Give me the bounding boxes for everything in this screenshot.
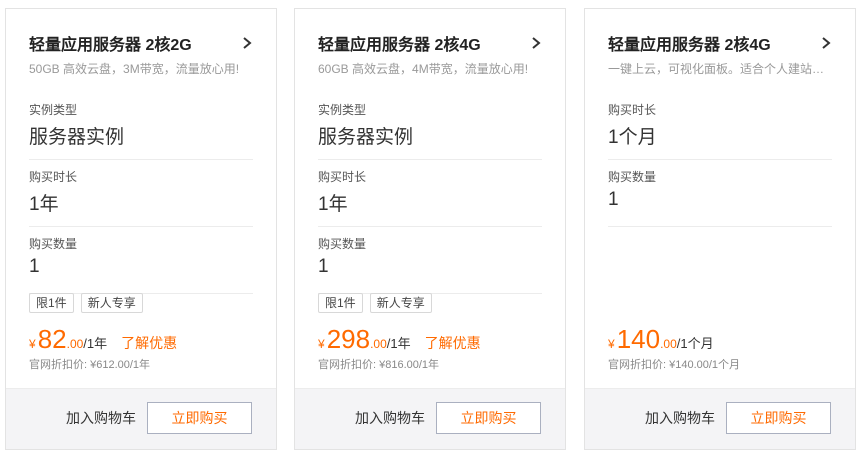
price-integer: 82 bbox=[37, 324, 67, 354]
spec-label: 购买时长 bbox=[29, 170, 78, 184]
tag-list: 限1件 新人专享 bbox=[29, 293, 143, 313]
card-title-row[interactable]: 轻量应用服务器 2核2G bbox=[29, 31, 253, 55]
tag-limit: 限1件 bbox=[29, 293, 74, 313]
add-to-cart-button[interactable]: 加入购物车 bbox=[66, 409, 136, 427]
chevron-right-icon[interactable] bbox=[530, 36, 542, 50]
spec-label: 购买时长 bbox=[318, 170, 367, 184]
spec-value[interactable]: 服务器实例 bbox=[29, 122, 124, 149]
buy-now-button[interactable]: 立即购买 bbox=[726, 402, 831, 434]
add-to-cart-button[interactable]: 加入购物车 bbox=[355, 409, 425, 427]
spec-label: 购买数量 bbox=[608, 170, 657, 184]
spec-value[interactable]: 1年 bbox=[29, 189, 59, 216]
spec-instance-type: 实例类型 服务器实例 bbox=[318, 93, 542, 160]
spec-value[interactable]: 1年 bbox=[318, 189, 348, 216]
spec-value[interactable]: 1 bbox=[318, 256, 329, 278]
spec-label: 购买数量 bbox=[29, 237, 78, 251]
chevron-right-icon[interactable] bbox=[241, 36, 253, 50]
price-decimal: .00 bbox=[660, 337, 677, 351]
card-body: 轻量应用服务器 2核4G 一键上云，可视化面板。适合个人建站等... 购买时长 … bbox=[585, 9, 855, 390]
spec-value[interactable]: 1 bbox=[608, 189, 619, 211]
add-to-cart-button[interactable]: 加入购物车 bbox=[645, 409, 715, 427]
spec-value[interactable]: 服务器实例 bbox=[318, 122, 413, 149]
price-unit: /1个月 bbox=[676, 336, 714, 351]
price-unit: /1年 bbox=[386, 336, 411, 351]
card-title-row[interactable]: 轻量应用服务器 2核4G bbox=[318, 31, 542, 55]
card-title[interactable]: 轻量应用服务器 2核4G bbox=[318, 31, 481, 55]
reference-price: 官网折扣价: ¥612.00/1年 bbox=[29, 359, 151, 371]
spec-value[interactable]: 1个月 bbox=[608, 122, 657, 149]
price-row: ¥ 298 .00 /1年 了解优惠 bbox=[318, 325, 481, 353]
tag-list: 限1件 新人专享 bbox=[318, 293, 432, 313]
tag-new-user: 新人专享 bbox=[80, 293, 143, 313]
card-footer: 加入购物车 立即购买 bbox=[6, 388, 276, 449]
card-footer: 加入购物车 立即购买 bbox=[585, 388, 855, 449]
spec-duration: 购买时长 1个月 bbox=[608, 93, 832, 160]
spec-value[interactable]: 1 bbox=[29, 256, 40, 278]
price-decimal: .00 bbox=[66, 337, 84, 351]
spec-label: 实例类型 bbox=[29, 103, 78, 117]
price-integer: 298 bbox=[326, 324, 371, 354]
card-title[interactable]: 轻量应用服务器 2核2G bbox=[29, 31, 192, 55]
card-footer: 加入购物车 立即购买 bbox=[295, 388, 565, 449]
price-row: ¥ 82 .00 /1年 了解优惠 bbox=[29, 325, 177, 353]
price-currency: ¥ bbox=[318, 337, 325, 351]
reference-price: 官网折扣价: ¥816.00/1年 bbox=[318, 359, 440, 371]
spec-instance-type: 实例类型 服务器实例 bbox=[29, 93, 253, 160]
promo-link[interactable]: 了解优惠 bbox=[121, 333, 177, 353]
tag-new-user: 新人专享 bbox=[369, 293, 432, 313]
card-title[interactable]: 轻量应用服务器 2核4G bbox=[608, 31, 771, 55]
chevron-right-icon[interactable] bbox=[820, 36, 832, 50]
price-row: ¥ 140 .00 /1个月 bbox=[608, 325, 714, 353]
price-integer: 140 bbox=[616, 324, 661, 354]
price-currency: ¥ bbox=[29, 337, 36, 351]
card-body: 轻量应用服务器 2核4G 60GB 高效云盘，4M带宽，流量放心用! 实例类型 … bbox=[295, 9, 565, 390]
price-currency: ¥ bbox=[608, 337, 615, 351]
spec-quantity: 购买数量 1 bbox=[318, 227, 542, 294]
product-card-2c2g: 轻量应用服务器 2核2G 50GB 高效云盘，3M带宽，流量放心用! 实例类型 … bbox=[5, 8, 277, 450]
buy-now-button[interactable]: 立即购买 bbox=[436, 402, 541, 434]
product-card-2c4g-monthly: 轻量应用服务器 2核4G 一键上云，可视化面板。适合个人建站等... 购买时长 … bbox=[584, 8, 856, 450]
card-body: 轻量应用服务器 2核2G 50GB 高效云盘，3M带宽，流量放心用! 实例类型 … bbox=[6, 9, 276, 390]
card-description: 一键上云，可视化面板。适合个人建站等... bbox=[608, 62, 832, 76]
spec-label: 购买时长 bbox=[608, 103, 657, 117]
tag-limit: 限1件 bbox=[318, 293, 363, 313]
product-card-2c4g: 轻量应用服务器 2核4G 60GB 高效云盘，4M带宽，流量放心用! 实例类型 … bbox=[294, 8, 566, 450]
spec-quantity: 购买数量 1 bbox=[29, 227, 253, 294]
price-unit: /1年 bbox=[83, 336, 108, 351]
card-description: 60GB 高效云盘，4M带宽，流量放心用! bbox=[318, 62, 529, 76]
buy-now-button[interactable]: 立即购买 bbox=[147, 402, 252, 434]
reference-price: 官网折扣价: ¥140.00/1个月 bbox=[608, 359, 741, 371]
spec-label: 购买数量 bbox=[318, 237, 367, 251]
price-decimal: .00 bbox=[370, 337, 387, 351]
card-title-row[interactable]: 轻量应用服务器 2核4G bbox=[608, 31, 832, 55]
spec-duration: 购买时长 1年 bbox=[318, 160, 542, 227]
spec-quantity: 购买数量 1 bbox=[608, 160, 832, 227]
card-description: 50GB 高效云盘，3M带宽，流量放心用! bbox=[29, 62, 240, 76]
spec-label: 实例类型 bbox=[318, 103, 367, 117]
promo-link[interactable]: 了解优惠 bbox=[425, 333, 481, 353]
spec-duration: 购买时长 1年 bbox=[29, 160, 253, 227]
